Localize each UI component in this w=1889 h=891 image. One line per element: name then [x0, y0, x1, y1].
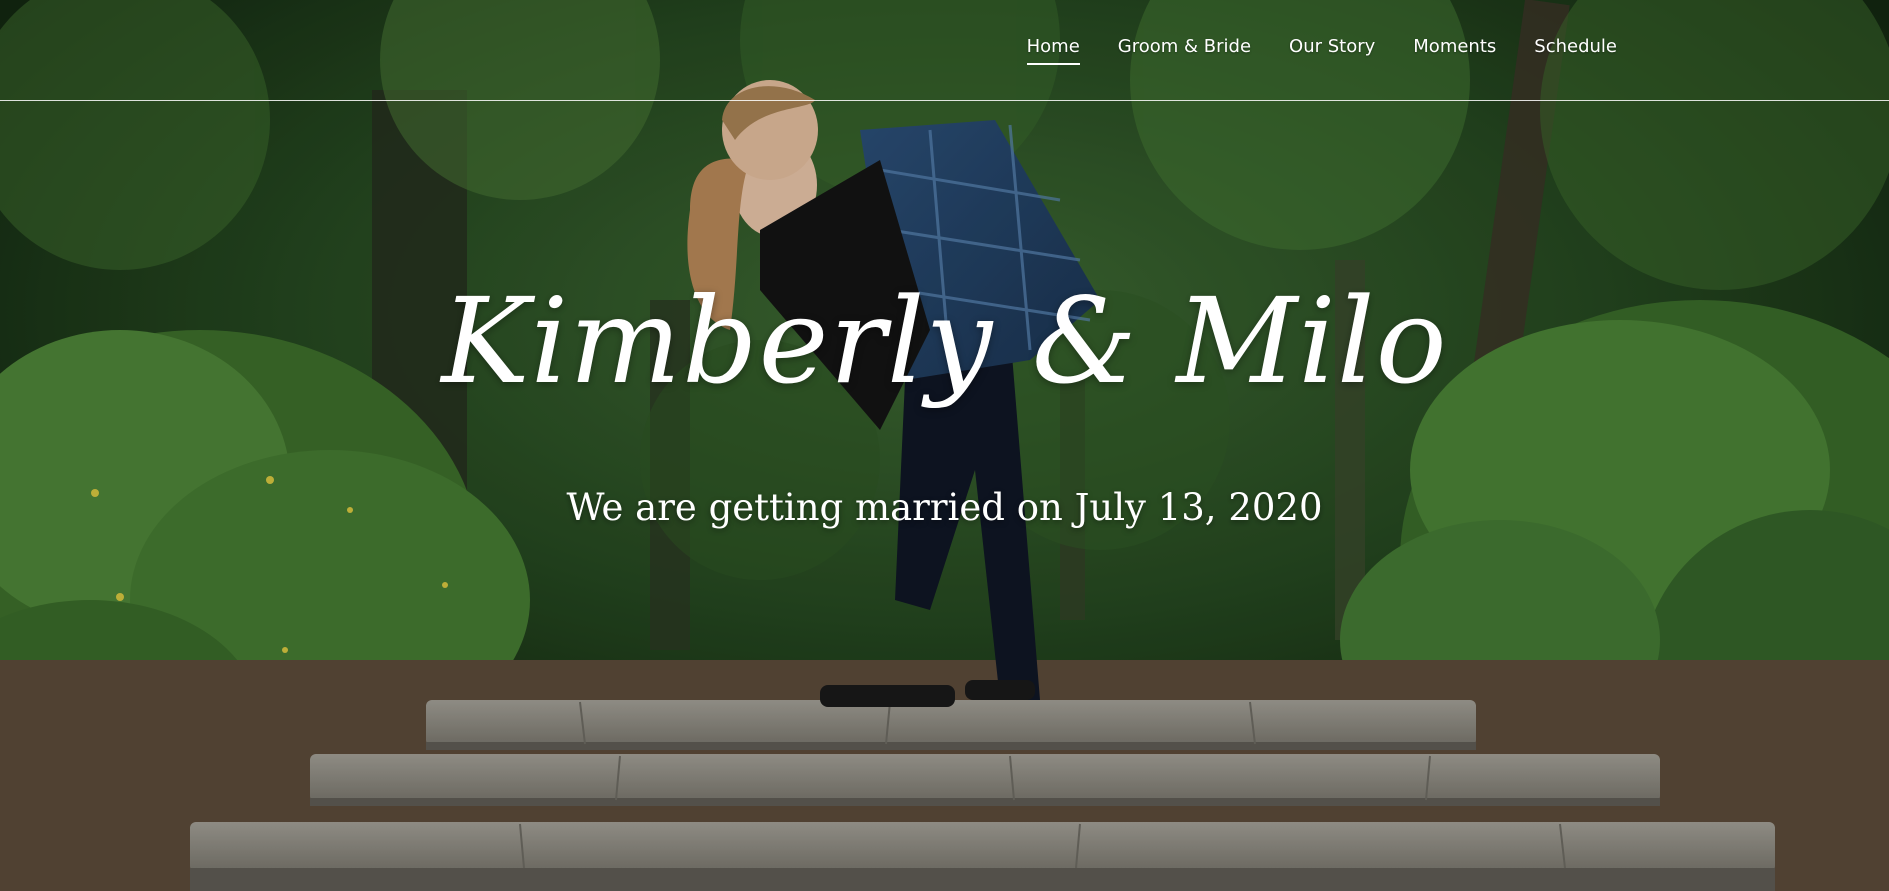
nav-home-link[interactable]: Home: [1008, 34, 1099, 65]
couple-names-title: Kimberly & Milo: [441, 272, 1448, 410]
hero-background-photo: [0, 0, 1889, 891]
hero-section: Home Groom & Bride Our Story Moments Sch…: [0, 0, 1889, 891]
photo-vignette: [0, 0, 1889, 891]
top-navigation: Home Groom & Bride Our Story Moments Sch…: [0, 0, 1889, 101]
nav-menu: Home Groom & Bride Our Story Moments Sch…: [1008, 34, 1636, 65]
nav-our-story-link[interactable]: Our Story: [1270, 34, 1394, 65]
wedding-date-subtitle: We are getting married on July 13, 2020: [566, 486, 1323, 529]
nav-groom-bride-link[interactable]: Groom & Bride: [1099, 34, 1270, 65]
nav-divider: [0, 100, 1889, 101]
nav-moments-link[interactable]: Moments: [1394, 34, 1515, 65]
nav-schedule-link[interactable]: Schedule: [1515, 34, 1636, 65]
